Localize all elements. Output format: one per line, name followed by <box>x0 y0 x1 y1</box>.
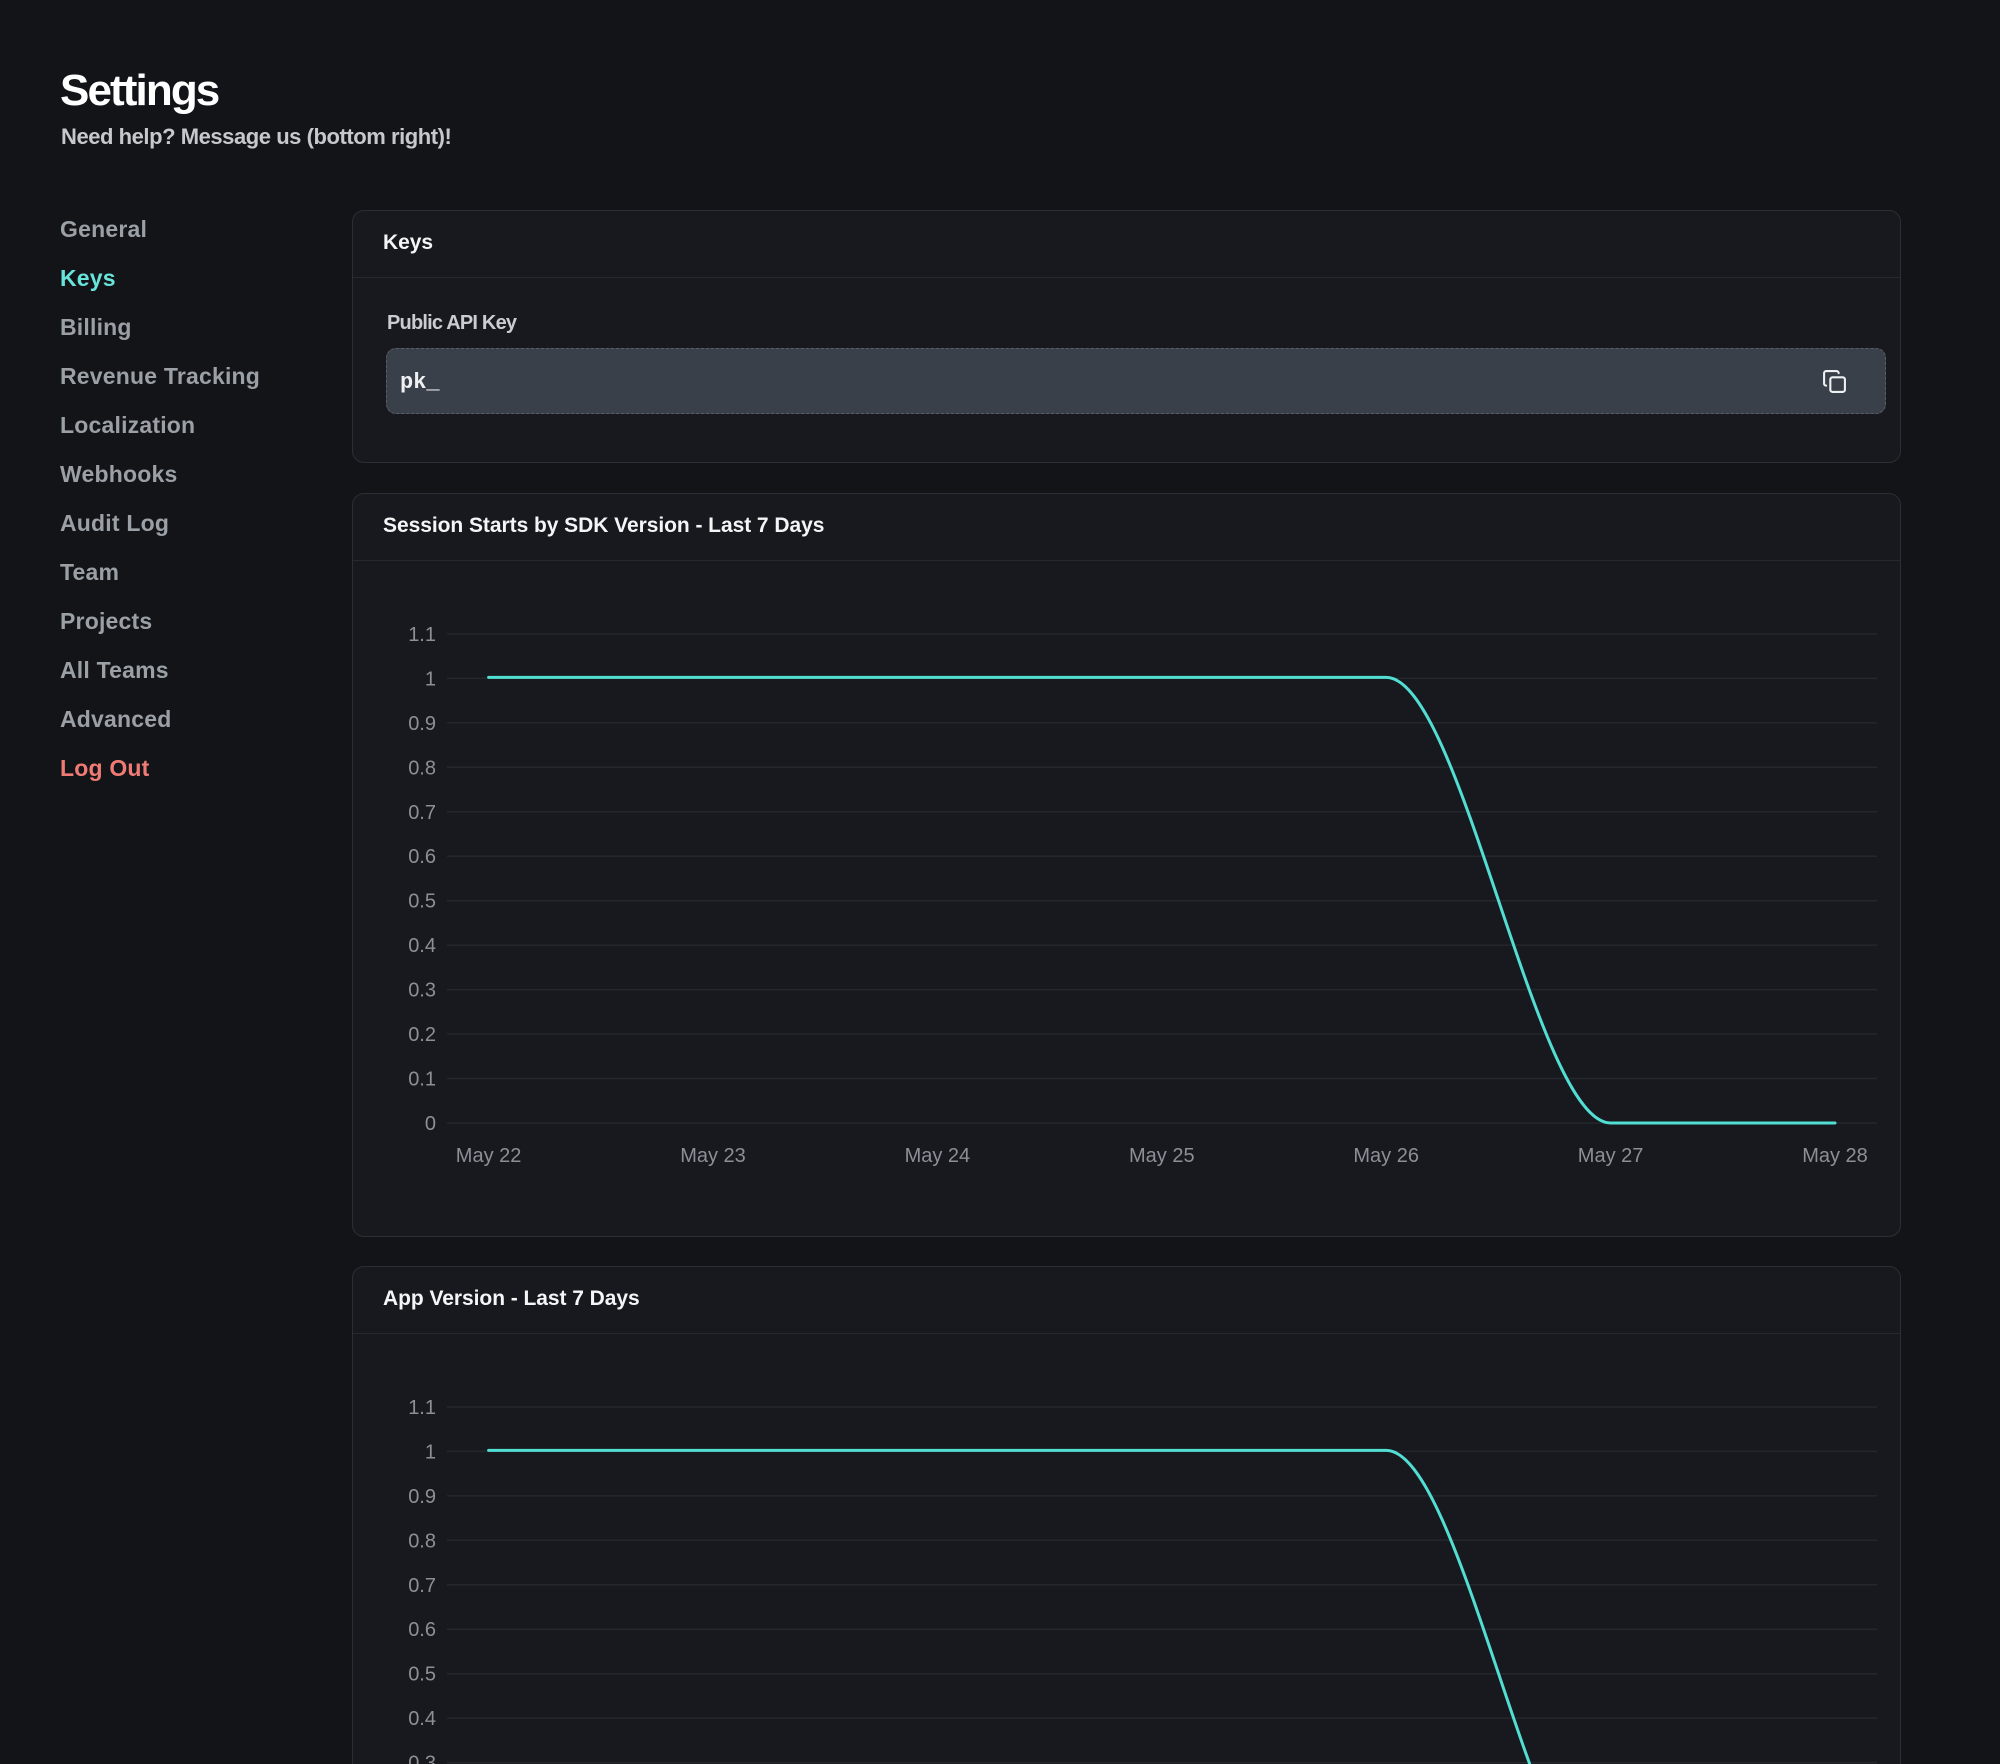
svg-text:0.6: 0.6 <box>408 1619 436 1641</box>
svg-text:May 22: May 22 <box>456 1145 522 1167</box>
svg-text:May 23: May 23 <box>680 1145 746 1167</box>
svg-text:0.6: 0.6 <box>408 846 436 868</box>
svg-text:0.7: 0.7 <box>408 1575 436 1597</box>
svg-text:0.3: 0.3 <box>408 980 436 1002</box>
svg-text:0.7: 0.7 <box>408 802 436 824</box>
svg-text:May 28: May 28 <box>1802 1145 1868 1167</box>
svg-text:0.4: 0.4 <box>408 935 436 957</box>
svg-text:0.4: 0.4 <box>408 1708 436 1730</box>
svg-text:0.2: 0.2 <box>408 1024 436 1046</box>
svg-text:May 24: May 24 <box>905 1145 971 1167</box>
svg-text:0.5: 0.5 <box>408 891 436 913</box>
svg-text:May 26: May 26 <box>1353 1145 1419 1167</box>
svg-text:0.8: 0.8 <box>408 757 436 779</box>
svg-text:0: 0 <box>425 1113 436 1135</box>
svg-text:1: 1 <box>425 668 436 690</box>
svg-text:0.1: 0.1 <box>408 1069 436 1091</box>
svg-text:1: 1 <box>425 1441 436 1463</box>
svg-text:May 25: May 25 <box>1129 1145 1195 1167</box>
svg-text:0.5: 0.5 <box>408 1664 436 1686</box>
svg-text:0.3: 0.3 <box>408 1753 436 1764</box>
svg-text:May 27: May 27 <box>1578 1145 1644 1167</box>
svg-text:0.9: 0.9 <box>408 713 436 735</box>
svg-text:0.8: 0.8 <box>408 1530 436 1552</box>
svg-text:1.1: 1.1 <box>408 1397 436 1419</box>
svg-text:0.9: 0.9 <box>408 1486 436 1508</box>
svg-text:1.1: 1.1 <box>408 624 436 646</box>
